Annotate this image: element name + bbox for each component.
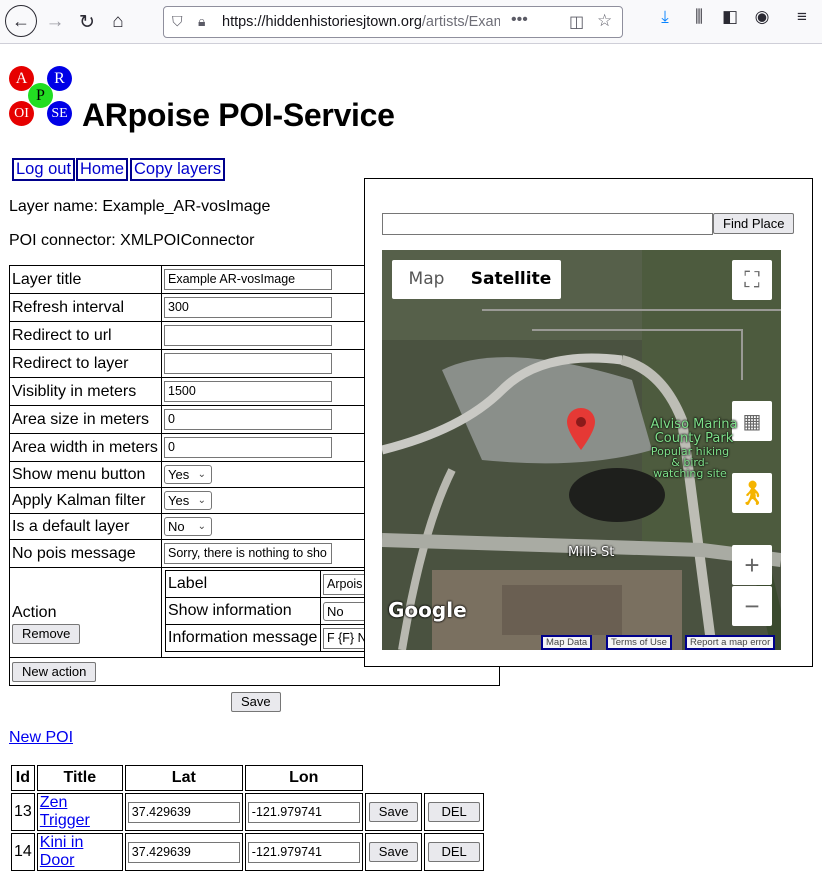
satellite-map[interactable]: Map Satellite ⛶ ▦ 🚶︎ + − Alviso Marina C… [382, 250, 781, 650]
new-action-button[interactable]: New action [12, 661, 97, 682]
poi-lat-input[interactable]: 37.429639 [127, 841, 240, 863]
redirect-layer-input[interactable] [164, 353, 332, 374]
area-size-input[interactable]: 0 [164, 409, 332, 430]
field-label: Refresh interval [9, 293, 162, 322]
popular-site-label: Popular hiking & bird-watching site [650, 445, 730, 480]
report-map-error-link[interactable]: Report a map error [685, 635, 776, 650]
poi-delete-button[interactable]: DEL [428, 802, 480, 822]
poi-title-link[interactable]: Zen Trigger [40, 794, 90, 829]
column-header: Lat [124, 765, 243, 791]
logo-letter-r: R [47, 66, 72, 91]
action-field-label: Label [165, 570, 321, 598]
default-layer-select[interactable]: No ⌄ [164, 517, 212, 536]
location-pin-icon[interactable] [567, 408, 595, 450]
field-label: Area width in meters [9, 433, 162, 462]
arpoise-logo: A R P OI SE [9, 66, 75, 128]
browser-toolbar: ← → ↻ ⌂ ⛉ 🔒︎ https://hiddenhistoriesjtow… [0, 0, 822, 44]
chevron-down-icon: ⌄ [197, 469, 206, 480]
library-icon[interactable]: ⫼ [686, 7, 712, 27]
poi-lat-input[interactable]: 37.429639 [127, 801, 240, 823]
terms-of-use-link[interactable]: Terms of Use [606, 635, 672, 650]
poi-delete-button[interactable]: DEL [428, 842, 480, 862]
find-place-button[interactable]: Find Place [713, 213, 795, 234]
find-place-input[interactable] [382, 213, 713, 235]
download-icon[interactable]: ⤓ [652, 7, 678, 27]
poi-id: 13 [11, 793, 35, 831]
zoom-out-button[interactable]: − [732, 586, 772, 626]
action-field-label: Show information [165, 597, 321, 625]
forward-icon[interactable]: → [40, 7, 70, 37]
reload-icon[interactable]: ↻ [72, 7, 102, 37]
action-field-label: Information message [165, 624, 321, 652]
sidebar-icon[interactable]: ◧ [717, 7, 743, 27]
home-icon[interactable]: ⌂ [103, 7, 133, 37]
no-pois-message-input[interactable]: Sorry, there is nothing to sho [164, 543, 332, 564]
fullscreen-icon[interactable]: ⛶ [732, 260, 772, 300]
poi-lon-input[interactable]: -121.979741 [247, 841, 360, 863]
map-popup: Find Place Map Satellite ⛶ ▦ 🚶︎ + − Alvi… [364, 178, 813, 667]
url-bar[interactable]: ⛉ 🔒︎ https://hiddenhistoriesjtown.org/ar… [163, 6, 623, 38]
chevron-down-icon: ⌄ [197, 521, 206, 532]
action-label: Action [12, 603, 57, 621]
lock-icon[interactable]: 🔒︎ [198, 13, 205, 30]
redirect-url-input[interactable] [164, 325, 332, 346]
logo-letter-se: SE [47, 101, 72, 126]
poi-save-button[interactable]: Save [368, 802, 419, 822]
shield-icon[interactable]: ⛉ [172, 13, 183, 30]
field-label: Show menu button [9, 461, 162, 488]
back-icon[interactable]: ← [5, 5, 37, 37]
poi-lon-input[interactable]: -121.979741 [247, 801, 360, 823]
show-menu-select[interactable]: Yes ⌄ [164, 465, 212, 484]
column-header: Title [36, 765, 123, 791]
map-type-map-tab[interactable]: Map [392, 260, 461, 299]
field-label: Area size in meters [9, 405, 162, 434]
url-text[interactable]: https://hiddenhistoriesjtown.org/artists… [222, 14, 500, 30]
field-label: Layer title [9, 265, 162, 294]
zoom-in-button[interactable]: + [732, 545, 772, 585]
table-row: 14 Kini in Door 37.429639 -121.979741 Sa… [11, 833, 484, 871]
map-data-link[interactable]: Map Data [541, 635, 593, 650]
layer-title-input[interactable]: Example AR-vosImage [164, 269, 332, 290]
remove-action-button[interactable]: Remove [12, 623, 81, 644]
copy-layers-button[interactable]: Copy layers [130, 158, 226, 181]
menu-icon[interactable]: ≡ [789, 7, 815, 27]
chevron-down-icon: ⌄ [197, 495, 206, 506]
kalman-filter-select[interactable]: Yes ⌄ [164, 491, 212, 510]
area-width-input[interactable]: 0 [164, 437, 332, 458]
poi-id: 14 [11, 833, 35, 871]
page-title: ARpoise POI-Service [82, 97, 395, 133]
poi-title-link[interactable]: Kini in Door [40, 834, 84, 869]
column-header: Id [11, 765, 35, 791]
map-type-satellite-tab[interactable]: Satellite [461, 260, 561, 299]
field-label: Redirect to layer [9, 349, 162, 378]
logout-button[interactable]: Log out [12, 158, 76, 181]
poi-table: Id Title Lat Lon 13 Zen Trigger 37.42963… [9, 763, 486, 873]
google-logo: Google [388, 598, 467, 622]
action-table: Label Arpois Show information No Informa… [165, 570, 381, 652]
field-label: Visiblity in meters [9, 377, 162, 406]
layer-name: Layer name: Example_AR-vosImage [9, 198, 271, 215]
pocket-icon[interactable]: ◫ [569, 12, 584, 32]
account-icon[interactable]: ◉ [749, 7, 775, 27]
bookmark-star-icon[interactable]: ☆ [597, 11, 612, 31]
home-button[interactable]: Home [76, 158, 129, 181]
visibility-input[interactable]: 1500 [164, 381, 332, 402]
more-actions-icon[interactable]: ••• [511, 11, 528, 29]
poi-connector: POI connector: XMLPOIConnector [9, 232, 255, 249]
logo-letter-oi: OI [9, 101, 34, 126]
column-header: Lon [244, 765, 363, 791]
field-label: Redirect to url [9, 321, 162, 350]
field-label: Apply Kalman filter [9, 487, 162, 514]
poi-save-button[interactable]: Save [368, 842, 419, 862]
new-poi-link[interactable]: New POI [9, 729, 73, 747]
refresh-interval-input[interactable]: 300 [164, 297, 332, 318]
pegman-icon[interactable]: 🚶︎ [732, 473, 772, 513]
table-row: 13 Zen Trigger 37.429639 -121.979741 Sav… [11, 793, 484, 831]
street-label: Mills St [568, 545, 615, 560]
field-label: Is a default layer [9, 513, 162, 540]
field-label: No pois message [9, 539, 162, 568]
save-layer-button[interactable]: Save [231, 692, 281, 712]
park-label: Alviso Marina County Park [650, 417, 738, 446]
